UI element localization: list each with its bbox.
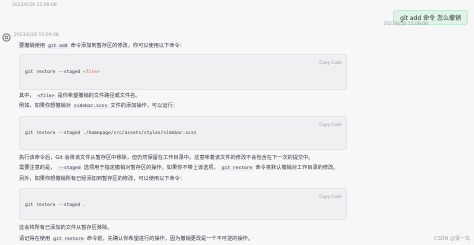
paragraph-2: 其中， <file> 是你希望撤销的文件路径或文件名。	[19, 93, 141, 99]
code-arg: <file>	[83, 70, 100, 75]
paragraph-5: 需要注意的是， --staged 选项用于指定撤销对暂存区的操作。如果你不带上该…	[19, 165, 339, 171]
inline-code: sidebar.scss	[72, 104, 109, 109]
code-text: git restore --staged	[25, 70, 81, 75]
inline-code: <file>	[36, 94, 56, 99]
paragraph-8: 请记得在使用 git restore 命令前，先确认你希望进行的操作，因为撤销更…	[19, 236, 253, 242]
timestamp-top: 2023/6/26 15:09:08	[12, 3, 57, 8]
paragraph-7: 这会将所有已添加的文件从暂存区移除。	[19, 225, 113, 231]
watermark: CSDN @贤一鸟	[434, 236, 470, 242]
copy-code-button[interactable]: Copy Code	[319, 193, 342, 202]
paragraph-3: 例如，如果你想撤销对 sidebar.scss 文件的添加操作，可以运行：	[19, 103, 178, 109]
code-text: git restore --staged .	[25, 203, 86, 208]
paragraph-6: 另外，如果你想撤销所有已经添加到暂存区的修改，可以使用以下命令：	[19, 176, 186, 182]
paragraph-4: 执行该命令后，Git 会将该文件从暂存区中移除，但仍然保留在工作目录中。这意味着…	[19, 155, 314, 161]
inline-code: git restore	[220, 166, 254, 171]
inline-code: git add	[46, 44, 69, 49]
timestamp-assistant: 2023/6/26 15:09:08	[14, 33, 59, 38]
assistant-icon	[2, 33, 11, 42]
copy-code-button[interactable]: Copy Code	[319, 59, 342, 68]
code-block-2: Copy Code git restore --staged ./homepag…	[19, 116, 347, 150]
copy-code-button[interactable]: Copy Code	[319, 121, 342, 130]
code-block-1: Copy Code git restore --staged <file>	[19, 54, 347, 90]
paragraph-1: 要撤销使用 git add 命令添加到暂存区的修改，你可以使用以下命令：	[19, 43, 185, 49]
inline-code: git restore	[51, 237, 86, 242]
timestamp-user: 2023/6/26 15:09:08	[383, 22, 428, 27]
code-block-3: Copy Code git restore --staged .	[19, 188, 347, 220]
code-text: git restore --staged ./homepage/src/asse…	[25, 131, 197, 136]
inline-code: --staged	[56, 166, 83, 171]
